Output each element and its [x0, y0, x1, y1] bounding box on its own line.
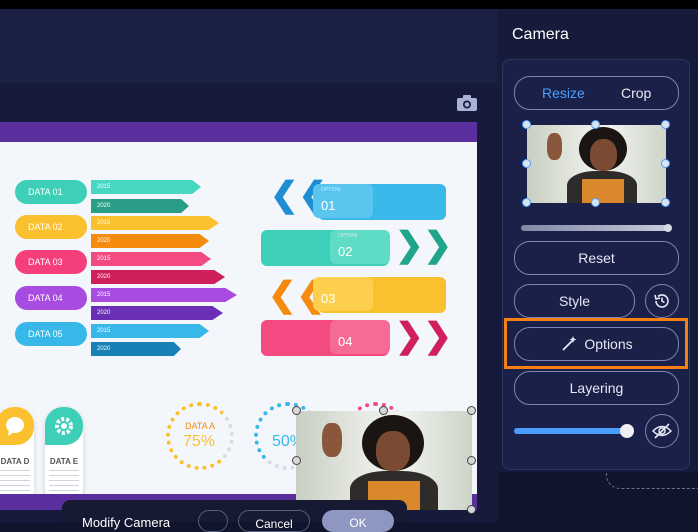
bar-05-b: 2020 [91, 342, 181, 356]
camera-icon[interactable] [456, 94, 478, 112]
resize-crop-toggle [514, 76, 679, 110]
modify-camera-text: Modify Camera [82, 515, 171, 530]
cancel-button[interactable]: Cancel [238, 510, 310, 532]
history-icon[interactable] [645, 284, 679, 318]
option-04-chevrons: ❯❯ [395, 317, 452, 355]
card-label-e: DATA E [49, 457, 79, 466]
resize-handle[interactable] [467, 505, 476, 514]
thumb-handle[interactable] [522, 198, 531, 207]
bar-01-b: 2020 [91, 199, 189, 213]
chat-icon [0, 407, 34, 445]
option-04-tab: 04 [330, 320, 390, 354]
bar-03-b: 2020 [91, 270, 225, 284]
thumb-handle[interactable] [591, 198, 600, 207]
bar-04-b: 2020 [91, 306, 223, 320]
card-data-e: DATA E [45, 407, 83, 494]
option-01-tab: OPTION 01 [313, 184, 373, 218]
bar-02-b: 2020 [91, 234, 209, 248]
thumb-handle[interactable] [522, 159, 531, 168]
ring-label-a: DATA A [185, 421, 216, 431]
camera-thumbnail[interactable] [527, 125, 666, 203]
zoom-slider-thumb[interactable] [664, 224, 672, 232]
data-label-01: DATA 01 [15, 180, 87, 204]
data-label-05: DATA 05 [15, 322, 87, 346]
bar-04-a: 2015 [91, 288, 237, 302]
option-03-tab: 03 [313, 277, 373, 311]
reset-button[interactable]: Reset [514, 241, 679, 275]
camera-overlay[interactable] [296, 411, 472, 510]
bar-02-a: 2015 [91, 216, 219, 230]
data-label-02: DATA 02 [15, 215, 87, 239]
data-label-04: DATA 04 [15, 286, 87, 310]
bar-01-a: 2015 [91, 180, 201, 194]
modify-camera-bar: Modify Camera Cancel OK [62, 500, 407, 532]
options-highlight [504, 318, 688, 369]
thumb-handle[interactable] [591, 120, 600, 129]
thumb-handle[interactable] [661, 159, 670, 168]
search-icon[interactable] [198, 510, 228, 532]
eye-off-icon[interactable] [645, 414, 679, 448]
card-text-lines [0, 470, 30, 494]
resize-handle[interactable] [292, 456, 301, 465]
resize-handle[interactable] [467, 406, 476, 415]
opacity-slider[interactable] [514, 428, 629, 434]
top-black-strip [0, 0, 698, 9]
tab-crop[interactable]: Crop [621, 85, 651, 101]
resize-handle[interactable] [292, 406, 301, 415]
style-button[interactable]: Style [514, 284, 635, 318]
option-02-chevrons: ❯❯ [395, 226, 452, 264]
option-02-tab: OPTION 02 [330, 230, 390, 264]
bar-03-a: 2015 [91, 252, 211, 266]
ok-button[interactable]: OK [322, 510, 394, 532]
card-label-d: DATA D [0, 457, 30, 466]
panel-title: Camera [512, 26, 569, 43]
tab-resize[interactable]: Resize [542, 85, 585, 101]
thumb-handle[interactable] [661, 198, 670, 207]
card-text-lines [49, 470, 79, 494]
bar-05-a: 2015 [91, 324, 209, 338]
resize-handle[interactable] [467, 456, 476, 465]
ring-value-a: 75% [183, 433, 216, 450]
opacity-slider-thumb[interactable] [620, 424, 634, 438]
thumb-handle[interactable] [661, 120, 670, 129]
gear-icon [45, 407, 83, 445]
data-label-03: DATA 03 [15, 250, 87, 274]
zoom-slider[interactable] [521, 225, 671, 231]
layering-button[interactable]: Layering [514, 371, 679, 405]
resize-handle[interactable] [379, 406, 388, 415]
thumb-handle[interactable] [522, 120, 531, 129]
card-data-d: DATA D [0, 407, 34, 494]
